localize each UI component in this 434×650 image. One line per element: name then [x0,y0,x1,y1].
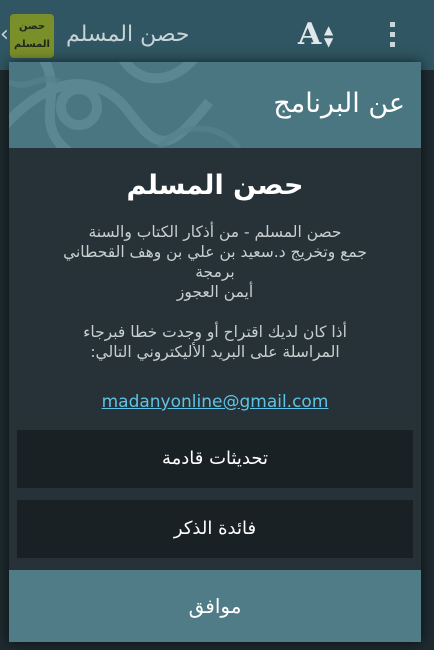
app-description: حصن المسلم - من أذكار الكتاب والسنة جمع … [29,222,401,302]
description-line: حصن المسلم - من أذكار الكتاب والسنة [88,223,342,241]
dialog-title: عن البرنامج [273,88,405,119]
notice-line: المراسلة على البريد الأليكتروني التالي: [90,343,340,361]
dialog-header: عن البرنامج [9,62,421,148]
overflow-menu-icon[interactable] [386,20,398,50]
upcoming-updates-button[interactable]: تحديثات قادمة [17,430,413,488]
back-chevron-icon: ‹ [0,22,9,47]
ok-button[interactable]: موافق [9,570,421,642]
app-logo-icon: حصن المسلم [10,14,54,58]
description-line: جمع وتخريج د.سعيد بن علي بن وهف القحطاني [63,243,367,261]
font-size-icon[interactable]: A ▲ ▼ [298,18,344,52]
notice-line: أذا كان لديك اقتراح أو وجدت خطا فبرجاء [83,323,347,341]
email-link[interactable]: madanyonline@gmail.com [9,390,421,414]
about-dialog: عن البرنامج حصن المسلم حصن المسلم - من أ… [9,62,421,642]
app-name-heading: حصن المسلم [126,170,304,201]
app-toolbar: ‹ حصن المسلم حصن المسلم A ▲ ▼ [0,0,434,70]
app-home-button[interactable]: ‹ حصن المسلم [0,14,56,58]
app-title: حصن المسلم [66,22,190,47]
dhikr-benefit-button[interactable]: فائدة الذكر [17,500,413,558]
description-line: برمجة [195,263,235,281]
feedback-notice: أذا كان لديك اقتراح أو وجدت خطا فبرجاء ا… [29,322,401,362]
description-line: أيمن العجوز [176,283,254,301]
